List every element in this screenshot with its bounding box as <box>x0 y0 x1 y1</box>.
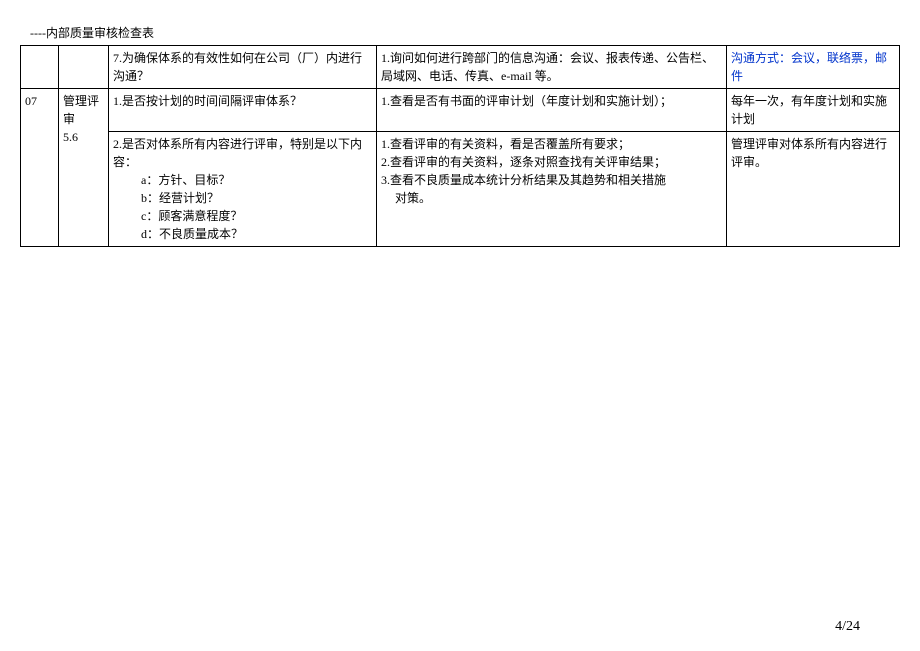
q-sub: c：顾客满意程度？ <box>113 207 372 225</box>
cat-line: 5.6 <box>63 130 78 144</box>
q-sub: b：经营计划？ <box>113 189 372 207</box>
cell-question: 7.为确保体系的有效性如何在公司（厂）内进行沟通？ <box>109 46 377 89</box>
cell-result: 沟通方式：会议，联络票，邮件 <box>727 46 900 89</box>
audit-table: 7.为确保体系的有效性如何在公司（厂）内进行沟通？ 1.询问如何进行跨部门的信息… <box>20 45 900 247</box>
table-row: 07 管理评 审 5.6 1.是否按计划的时间间隔评审体系？ 1.查看是否有书面… <box>21 89 900 132</box>
q-line: 2.是否对体系所有内容进行评审，特别是以下内容： <box>113 137 362 169</box>
cell-question: 1.是否按计划的时间间隔评审体系？ <box>109 89 377 132</box>
table-row: 7.为确保体系的有效性如何在公司（厂）内进行沟通？ 1.询问如何进行跨部门的信息… <box>21 46 900 89</box>
m-line: 对策。 <box>381 189 722 207</box>
cell-method: 1.查看是否有书面的评审计划（年度计划和实施计划）； <box>377 89 727 132</box>
page-number: 4/24 <box>835 619 860 635</box>
cell-cat: 管理评 审 5.6 <box>59 89 109 247</box>
cell-result: 每年一次，有年度计划和实施计划 <box>727 89 900 132</box>
cell-question: 2.是否对体系所有内容进行评审，特别是以下内容： a：方针、目标？ b：经营计划… <box>109 132 377 247</box>
table-row: 2.是否对体系所有内容进行评审，特别是以下内容： a：方针、目标？ b：经营计划… <box>21 132 900 247</box>
cell-cat <box>59 46 109 89</box>
m-line: 1.查看评审的有关资料，看是否覆盖所有要求； <box>381 137 630 151</box>
q-sub: d：不良质量成本？ <box>113 225 372 243</box>
q-sub: a：方针、目标？ <box>113 171 372 189</box>
m-line: 2.查看评审的有关资料，逐条对照查找有关评审结果； <box>381 155 666 169</box>
cell-result: 管理评审对体系所有内容进行评审。 <box>727 132 900 247</box>
cell-method: 1.询问如何进行跨部门的信息沟通：会议、报表传递、公告栏、局域网、电话、传真、e… <box>377 46 727 89</box>
cat-line: 审 <box>63 112 75 126</box>
page-title: ----内部质量审核检查表 <box>20 24 900 41</box>
cell-id <box>21 46 59 89</box>
cell-id: 07 <box>21 89 59 247</box>
cat-line: 管理评 <box>63 94 99 108</box>
m-line: 3.查看不良质量成本统计分析结果及其趋势和相关措施 <box>381 173 666 187</box>
cell-method: 1.查看评审的有关资料，看是否覆盖所有要求； 2.查看评审的有关资料，逐条对照查… <box>377 132 727 247</box>
